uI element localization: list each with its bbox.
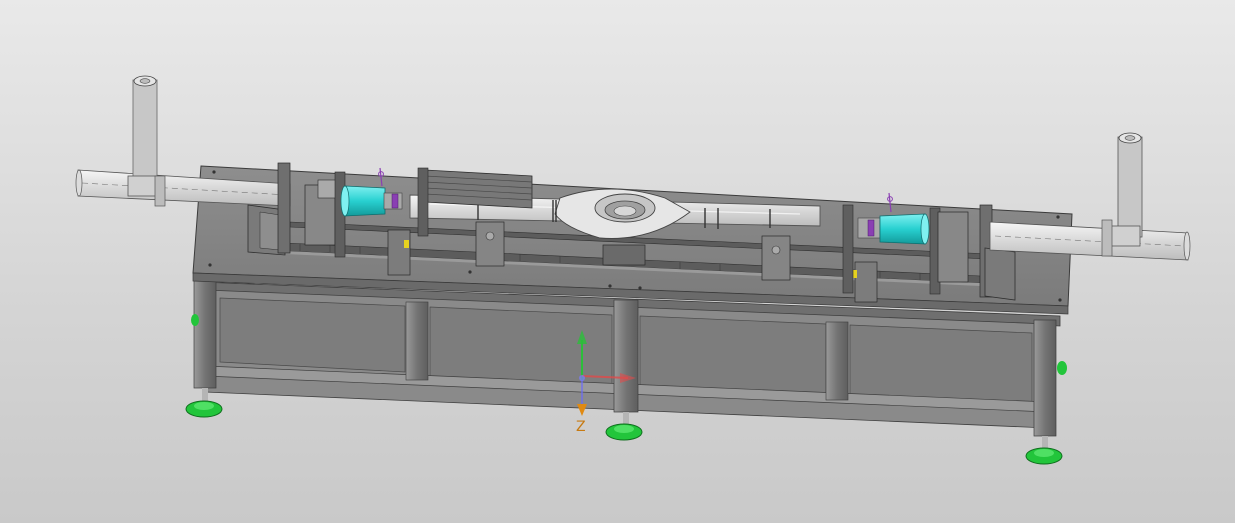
purple-collar	[867, 219, 875, 237]
leg	[193, 277, 217, 389]
right-vertical-post	[1117, 136, 1143, 238]
right-shaft-assembly	[989, 132, 1191, 261]
z-axis-label: Z	[576, 419, 586, 435]
side-panel	[429, 306, 613, 385]
cad-scene[interactable]: Z	[0, 0, 1235, 523]
side-panel	[639, 315, 827, 396]
cyan-hub	[344, 185, 386, 217]
carriage	[761, 235, 791, 281]
cyan-hub	[879, 213, 926, 245]
leg	[1033, 319, 1057, 437]
carriage	[475, 221, 505, 267]
purple-collar	[391, 193, 399, 209]
right-hub	[857, 192, 930, 245]
carriage	[854, 261, 878, 303]
carriage	[602, 244, 646, 266]
left-vertical-post	[132, 79, 158, 181]
carriage	[387, 229, 411, 276]
cad-viewport[interactable]: Z	[0, 0, 1235, 523]
left-shaft-assembly	[75, 75, 291, 207]
bearing-block	[937, 211, 969, 283]
support-bracket	[984, 247, 1016, 301]
side-panel	[849, 324, 1033, 406]
z-axis-arrow	[577, 404, 587, 416]
leg	[613, 299, 639, 413]
side-panel	[219, 297, 406, 373]
